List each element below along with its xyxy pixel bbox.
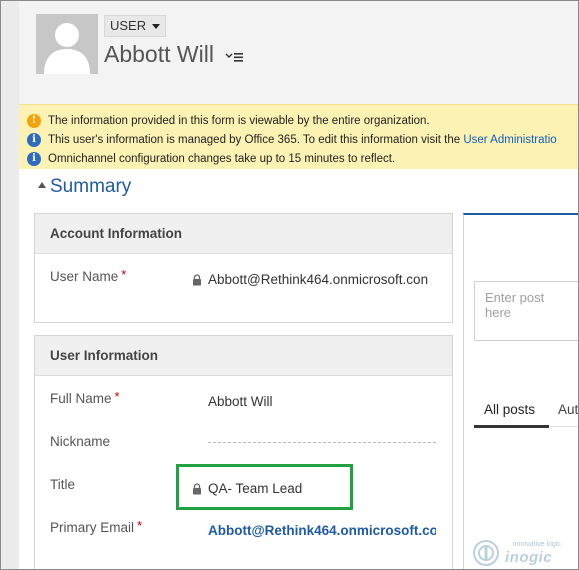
notification-text: This user's information is managed by Of… [48,133,464,146]
active-tab-indicator [474,425,549,428]
primary-email-link[interactable]: Abbott@Rethink464.onmicrosoft.co [208,523,436,538]
info-icon: i [27,132,41,147]
warning-icon: ! [27,113,41,128]
notification-warning: ! The information provided in this form … [19,111,578,130]
required-indicator: * [121,267,127,282]
inogic-logo-icon [473,540,499,566]
required-indicator: * [114,389,120,404]
left-gutter [1,1,19,569]
full-name-label: Full Name * [50,389,120,406]
notification-text: The information provided in this form is… [48,114,430,127]
post-input[interactable]: Enter post here [474,281,578,341]
tab-all-posts[interactable]: All posts [484,402,535,417]
full-name-value: Abbott Will [208,394,273,409]
form-selector-menu[interactable] [225,50,245,64]
entity-type-selector[interactable]: USER [104,15,167,37]
record-title: Abbott Will [104,41,214,67]
watermark-tagline: innovative logic [513,541,561,548]
user-name-label: User Name * [50,267,127,284]
inogic-watermark: innovative logic inogic [469,538,578,568]
form-header: USER Abbott Will [1,1,578,104]
entity-type-label: USER [110,18,147,33]
notification-bar: ! The information provided in this form … [19,104,578,169]
title-label: Title [50,477,75,492]
collapse-section-icon[interactable] [38,182,46,188]
nickname-label: Nickname [50,434,110,449]
title-highlight-box [176,464,353,510]
user-name-field[interactable]: Abbott@Rethink464.onmicrosoft.con [192,272,438,287]
info-icon: i [27,151,41,166]
lock-icon [193,273,201,285]
watermark-brand: inogic [505,549,553,566]
nickname-field[interactable] [208,442,436,443]
user-name-value: Abbott@Rethink464.onmicrosoft.con [208,272,429,287]
section-title: User Information [35,336,452,376]
user-administration-link[interactable]: User Administratio [463,134,556,146]
notification-info: i This user's information is managed by … [19,130,578,149]
field-label-text: Nickname [50,434,111,449]
field-label-text: Primary Email [50,520,135,535]
primary-email-label: Primary Email * [50,518,143,535]
timeline-panel [463,213,578,569]
summary-tab-title[interactable]: Summary [50,176,131,198]
section-title: Account Information [35,214,452,254]
required-indicator: * [137,518,143,533]
tab-auto-posts[interactable]: Aut [558,402,578,417]
notification-text: Omnichannel configuration changes take u… [48,152,396,165]
person-silhouette-icon [36,14,98,74]
field-label-text: Full Name [50,391,112,406]
account-information-section: Account Information User Name * Abbott@Re… [34,213,453,323]
chevron-down-icon [152,23,161,29]
user-avatar[interactable] [36,14,98,74]
field-label-text: Title [50,477,76,492]
form-list-icon [225,53,243,62]
user-information-section: User Information Full Name * Abbott Will … [34,335,453,569]
primary-email-field[interactable]: Abbott@Rethink464.onmicrosoft.co [208,523,436,538]
user-form-window: USER Abbott Will ! The information provi… [0,0,579,570]
field-label-text: User Name [50,269,119,284]
notification-info: i Omnichannel configuration changes take… [19,149,578,168]
full-name-field[interactable]: Abbott Will [208,394,436,409]
